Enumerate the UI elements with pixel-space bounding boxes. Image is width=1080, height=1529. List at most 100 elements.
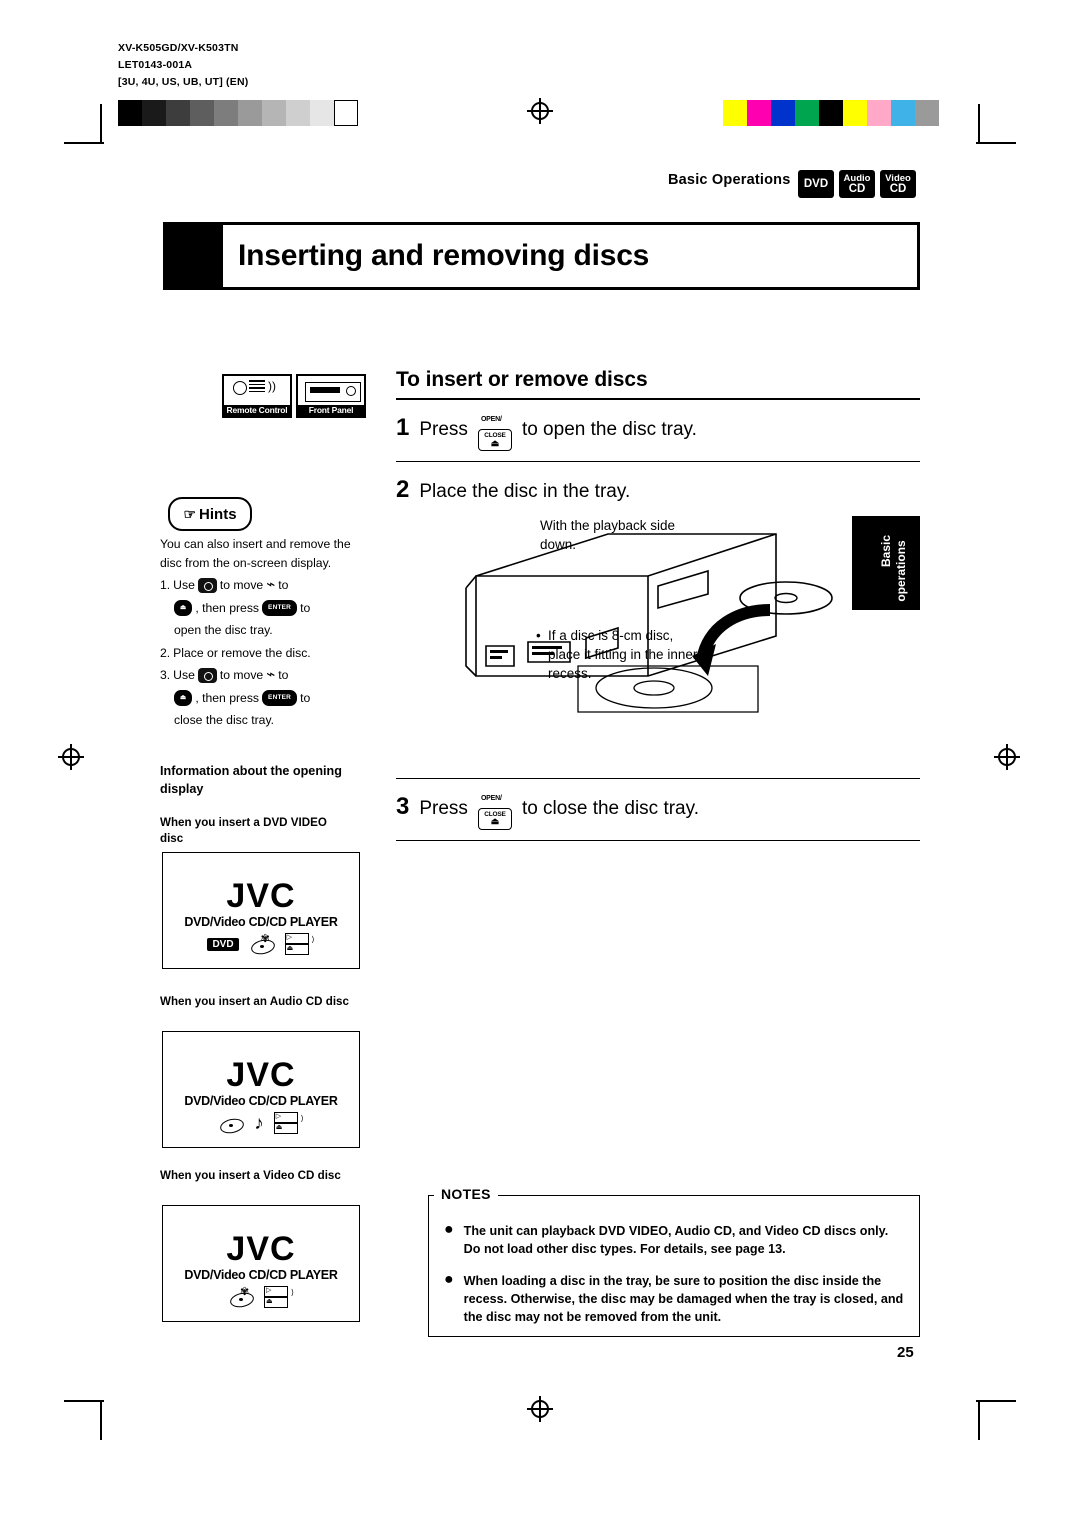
step-2-text: Place the disc in the tray. — [419, 480, 631, 502]
open-close-button-2-top: OPEN/ — [480, 794, 502, 802]
hint-step-2-text: Place or remove the disc. — [173, 645, 311, 660]
pointing-hand-icon: ☞ — [183, 505, 197, 522]
notes-label: NOTES — [434, 1186, 498, 1202]
page-title: Inserting and removing discs — [238, 239, 650, 272]
registration-mark-bottom — [527, 1396, 553, 1422]
music-note-icon: ♪ — [254, 1112, 264, 1134]
cursor-pad-icon — [197, 577, 217, 593]
hint-step-3-e: to — [300, 690, 311, 705]
crop-mark-bl-h — [64, 1400, 104, 1402]
jvc-logo-2: JVC — [226, 1056, 296, 1094]
page-title-bar: Inserting and removing discs — [163, 222, 920, 290]
open-close-arrow-icon: ⌁ — [266, 576, 276, 594]
side-index-tab: Basic operations — [852, 515, 920, 610]
page-number: 25 — [897, 1344, 914, 1361]
hint-step-1-f: open the disc tray. — [174, 623, 273, 637]
meta-code: LET0143-001A — [118, 59, 193, 71]
title-black-block — [166, 225, 223, 287]
hint-step-1-b: to move — [219, 578, 264, 592]
open-close-button-icon-2: ⏏ — [174, 689, 193, 706]
hint-step-1-cont: ⏏ , then press ENTER to — [174, 599, 360, 618]
front-panel-caption: Front Panel — [298, 405, 364, 416]
step-1: 1 Press OPEN/ CLOSE ⏏ to open the disc t… — [396, 400, 920, 461]
crop-mark-bl-v — [100, 1400, 102, 1440]
hints-label: Hints — [199, 505, 237, 523]
hint-step-3-d: , then press — [195, 690, 260, 705]
registration-mark-top — [527, 98, 553, 124]
note-bullet-2: ● — [444, 1271, 454, 1288]
cursor-pad-icon-2 — [197, 667, 217, 683]
divider-3 — [396, 839, 920, 841]
jvc-logo-1: JVC — [226, 877, 296, 915]
section-label: Basic Operations — [668, 172, 791, 188]
disc-video-icon: ✾ — [249, 933, 276, 957]
tray-icon: ▷ ⏏ ⟩ — [284, 933, 315, 955]
disc-type-badges: DVD Audio CD Video CD — [798, 170, 916, 198]
registration-mark-right — [994, 744, 1020, 770]
disc-audio-icon — [218, 1113, 246, 1136]
device-icon-group: )) Remote Control Front Panel — [222, 374, 366, 418]
caption-8cm-text: If a disc is 8-cm disc, place it fitting… — [548, 627, 698, 681]
dvd-badge-label: DVD — [803, 178, 829, 190]
illustration-area: With the playback side down. • If a disc… — [396, 515, 920, 774]
hint-step-1: 1. Use to move ⌁ to — [160, 576, 360, 595]
hint-step-3-c: to — [278, 668, 289, 682]
opening-display-heading: Information about the opening display — [160, 764, 342, 796]
step-1-post: to open the disc tray. — [521, 419, 697, 440]
open-close-button-icon: ⏏ — [174, 599, 193, 616]
open-close-button-1[interactable]: OPEN/ CLOSE ⏏ — [477, 416, 512, 451]
hint-step-3-b: to move — [219, 668, 264, 682]
osd-icons-3: ✾ ▷ ⏏ ⟩ — [163, 1286, 359, 1310]
open-close-button-1-top: OPEN/ — [480, 415, 502, 423]
hints-badge: ☞ Hints — [168, 497, 252, 531]
step-1-pre: Press — [419, 419, 468, 440]
tray-icon-3: ▷ ⏏ ⟩ — [264, 1286, 294, 1308]
hint-step-3: 3. Use to move ⌁ to — [160, 666, 360, 685]
note-item-1: ● The unit can playback DVD VIDEO, Audio… — [444, 1222, 908, 1258]
audio-cd-badge-line2: CD — [848, 183, 866, 195]
open-close-arrow-icon-2: ⌁ — [266, 666, 276, 684]
case-1-label: When you insert a DVD VIDEO disc — [160, 816, 327, 845]
hint-step-1-a: Use — [173, 578, 195, 592]
jvc-logo-3: JVC — [226, 1230, 296, 1268]
case-2-label: When you insert an Audio CD disc — [160, 995, 349, 1008]
hint-step-3-f: close the disc tray. — [174, 713, 275, 727]
hints-body: You can also insert and remove the disc … — [160, 535, 360, 730]
caption-8cm-disc: • If a disc is 8-cm disc, place it fitti… — [536, 627, 698, 681]
step-2-num: 2 — [396, 475, 410, 503]
step-1-num: 1 — [396, 414, 410, 441]
note-item-2: ● When loading a disc in the tray, be su… — [444, 1272, 910, 1326]
front-panel-icon: Front Panel — [296, 374, 366, 418]
hint-step-1-d: , then press — [195, 600, 260, 615]
step-3-num: 3 — [396, 792, 410, 820]
remote-control-caption: Remote Control — [224, 405, 290, 416]
crop-mark-tr-h — [976, 142, 1016, 144]
step-2: 2 Place the disc in the tray. — [396, 462, 920, 516]
disc-video-icon-3: ✾ — [228, 1286, 256, 1310]
enter-button-icon-2: ENTER — [262, 689, 298, 706]
osd-screen-video-cd: JVC DVD/Video CD/CD PLAYER ✾ ▷ ⏏ ⟩ — [162, 1205, 360, 1322]
color-calibration-strip — [723, 100, 939, 126]
hint-step-3-a: Use — [173, 668, 195, 682]
crop-mark-br-h — [976, 1400, 1016, 1402]
meta-model: XV-K505GD/XV-K503TN — [118, 42, 239, 54]
grayscale-calibration-strip — [118, 100, 358, 126]
hint-step-1-num: 1. — [160, 578, 171, 592]
remote-control-icon: )) Remote Control — [222, 374, 292, 418]
hint-step-1-c: to — [278, 578, 289, 592]
tray-icon-2: ▷ ⏏ ⟩ — [273, 1112, 304, 1134]
registration-mark-left — [58, 744, 84, 770]
hint-step-2: 2. Place or remove the disc. — [160, 644, 360, 663]
manual-page: XV-K505GD/XV-K503TN LET0143-001A [3U, 4U… — [0, 0, 1080, 1529]
crop-mark-tr-v — [978, 104, 980, 144]
main-content: To insert or remove discs 1 Press OPEN/ … — [396, 368, 920, 841]
osd-screen-dvd: JVC DVD/Video CD/CD PLAYER DVD ✾ ▷ ⏏ ⟩ — [162, 852, 360, 969]
hint-step-2-num: 2. — [160, 645, 171, 660]
player-name-1: DVD/Video CD/CD PLAYER — [184, 915, 338, 929]
caption-playback-side: With the playback side down. — [540, 517, 676, 552]
step-3: 3 Press OPEN/ CLOSE ⏏ to close the disc … — [396, 779, 920, 840]
open-close-button-2[interactable]: OPEN/ CLOSE ⏏ — [477, 795, 512, 830]
osd-icons-1: DVD ✾ ▷ ⏏ ⟩ — [163, 933, 359, 957]
video-cd-badge: Video CD — [880, 170, 916, 198]
crop-mark-br-v — [978, 1400, 980, 1440]
